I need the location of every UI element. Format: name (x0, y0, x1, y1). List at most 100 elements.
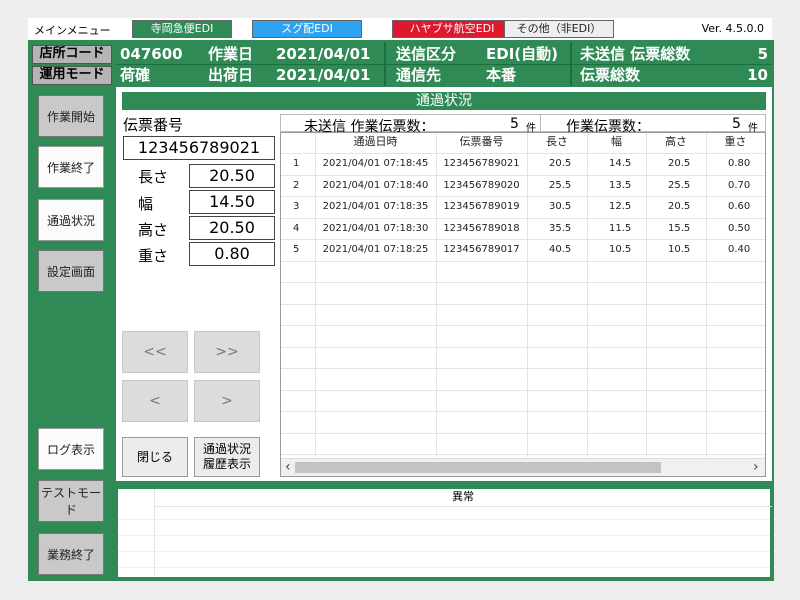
ship-date-label: 出荷日 (208, 66, 254, 84)
table-cell: 11.5 (609, 222, 632, 234)
table-cell: 30.5 (549, 201, 572, 212)
total-slips-label: 伝票総数 (580, 66, 641, 84)
mode-value: 荷確 (120, 66, 151, 84)
table-row[interactable]: 3 2021/04/01 07:18:35 123456789019 30.5 12.5… (281, 196, 765, 217)
shop-code-value: 047600 (120, 45, 183, 63)
table-cell: 20.5 (549, 158, 572, 169)
table-cell: 13.5 (609, 179, 632, 191)
table-column-header[interactable]: 伝票番号 (436, 133, 527, 151)
slip-number-field: 123456789021 (123, 136, 275, 160)
end-work-button[interactable]: 作業終了 (38, 146, 104, 188)
total-slips-value: 10 (747, 66, 768, 84)
table-row[interactable]: 5 2021/04/01 07:18:25 123456789017 40.5 10.5… (281, 239, 765, 260)
table-column-header[interactable]: 長さ (527, 133, 587, 151)
settings-button[interactable]: 設定画面 (38, 250, 104, 292)
destination-label: 通信先 (396, 66, 442, 84)
table-cell: 2 (293, 179, 300, 191)
width-label: 幅 (138, 195, 154, 213)
table-cell: 123456789019 (443, 201, 520, 212)
scroll-left-icon[interactable]: ‹ (285, 459, 291, 476)
tab-hayabusa-edi[interactable]: ハヤブサ航空EDI (392, 20, 512, 38)
work-summary-count: 5 (732, 116, 741, 132)
table-cell: 123456789018 (443, 222, 520, 234)
menu-title: メインメニュー (34, 24, 111, 37)
history-button[interactable]: 通過状況 履歴表示 (194, 437, 260, 477)
table-cell: 20.5 (668, 158, 691, 169)
error-row-line (118, 519, 770, 520)
error-column-header: 異常 (154, 489, 772, 507)
tab-other-non-edi[interactable]: その他（非EDI） (504, 20, 614, 38)
width-field: 14.50 (189, 190, 275, 214)
first-page-button[interactable]: << (122, 331, 188, 373)
weight-field: 0.80 (189, 242, 275, 266)
send-type-label: 送信区分 (396, 45, 457, 63)
test-mode-button[interactable]: テストモード (38, 480, 104, 522)
tab-teraoka-edi[interactable]: 寺岡急便EDI (132, 20, 232, 38)
table-cell: 123456789021 (443, 158, 520, 169)
table-cell: 25.5 (549, 179, 572, 191)
menu-bar: メインメニュー 寺岡急便EDI スグ配EDI ハヤブサ航空EDI その他（非ED… (28, 18, 772, 40)
table-cell: 12.5 (609, 201, 632, 212)
pass-status-button[interactable]: 通過状況 (38, 199, 104, 241)
table-cell: 40.5 (549, 244, 572, 255)
business-end-button[interactable]: 業務終了 (38, 533, 104, 575)
table-column-header[interactable]: 重さ (706, 133, 765, 151)
length-label: 長さ (138, 168, 169, 186)
main-panel: 通過状況 伝票番号 123456789021 長さ 20.50 幅 14.50 … (116, 87, 772, 481)
table-column-header[interactable]: 幅 (587, 133, 646, 151)
table-cell: 20.5 (668, 201, 691, 212)
error-row-line (118, 535, 770, 536)
next-page-button[interactable]: > (194, 380, 260, 422)
log-display-button[interactable]: ログ表示 (38, 428, 104, 470)
table-cell: 0.70 (728, 179, 751, 191)
prev-page-button[interactable]: < (122, 380, 188, 422)
send-type-value: EDI(自動) (486, 45, 558, 63)
destination-value: 本番 (486, 66, 517, 84)
unsent-total-label: 未送信 伝票総数 (580, 45, 691, 63)
error-panel: 異常 (116, 487, 772, 579)
table-cell: 1 (293, 158, 300, 169)
error-col-divider (154, 489, 155, 577)
table-cell: 2021/04/01 07:18:30 (322, 222, 429, 234)
ship-date-value: 2021/04/01 (276, 66, 371, 84)
horizontal-scrollbar[interactable]: ‹ › (281, 458, 765, 476)
table-cell: 10.5 (609, 244, 632, 255)
scrollbar-thumb[interactable] (295, 462, 661, 473)
work-date-value: 2021/04/01 (276, 45, 371, 63)
table-cell: 123456789020 (443, 179, 520, 191)
mode-label: 運用モード (32, 66, 112, 85)
pass-status-table[interactable]: 通過日時 伝票番号 長さ幅高さ 重さ 1 2021/04/01 07:18:45 1234… (280, 132, 766, 477)
version-label: Ver. 4.5.0.0 (701, 22, 764, 35)
table-row[interactable]: 4 2021/04/01 07:18:30 123456789018 35.5 11.5… (281, 218, 765, 239)
summary-divider (540, 115, 541, 131)
height-field: 20.50 (189, 216, 275, 240)
tab-sugu-edi[interactable]: スグ配EDI (252, 20, 362, 38)
close-button[interactable]: 閉じる (122, 437, 188, 477)
table-row[interactable]: 2 2021/04/01 07:18:40 123456789020 25.5 13.5… (281, 175, 765, 196)
table-body: 1 2021/04/01 07:18:45 123456789021 20.5 14.5… (281, 153, 765, 457)
table-column-header[interactable]: 高さ (646, 133, 706, 151)
last-page-button[interactable]: >> (194, 331, 260, 373)
table-row[interactable]: 1 2021/04/01 07:18:45 123456789021 20.5 14.5… (281, 153, 765, 174)
table-column-header[interactable]: 通過日時 (315, 133, 436, 151)
length-field: 20.50 (189, 164, 275, 188)
slip-number-label: 伝票番号 (123, 116, 184, 134)
panel-title: 通過状況 (122, 92, 766, 110)
header-row-divider (116, 64, 772, 65)
unsent-summary-count: 5 (510, 116, 519, 132)
table-cell: 35.5 (549, 222, 572, 234)
start-work-button[interactable]: 作業開始 (38, 95, 104, 137)
history-button-line1: 通過状況 (202, 442, 251, 456)
table-cell: 10.5 (668, 244, 691, 255)
error-row-line (118, 551, 770, 552)
table-cell: 15.5 (668, 222, 691, 234)
shop-code-label: 店所コード (32, 45, 112, 64)
table-cell: 2021/04/01 07:18:45 (322, 158, 429, 169)
table-cell: 2021/04/01 07:18:35 (322, 201, 429, 212)
weight-label: 重さ (138, 247, 169, 265)
table-cell: 0.50 (728, 222, 751, 234)
table-cell: 5 (293, 244, 300, 255)
table-cell: 4 (293, 222, 300, 234)
table-cell: 2021/04/01 07:18:25 (322, 244, 429, 255)
scroll-right-icon[interactable]: › (753, 459, 759, 476)
